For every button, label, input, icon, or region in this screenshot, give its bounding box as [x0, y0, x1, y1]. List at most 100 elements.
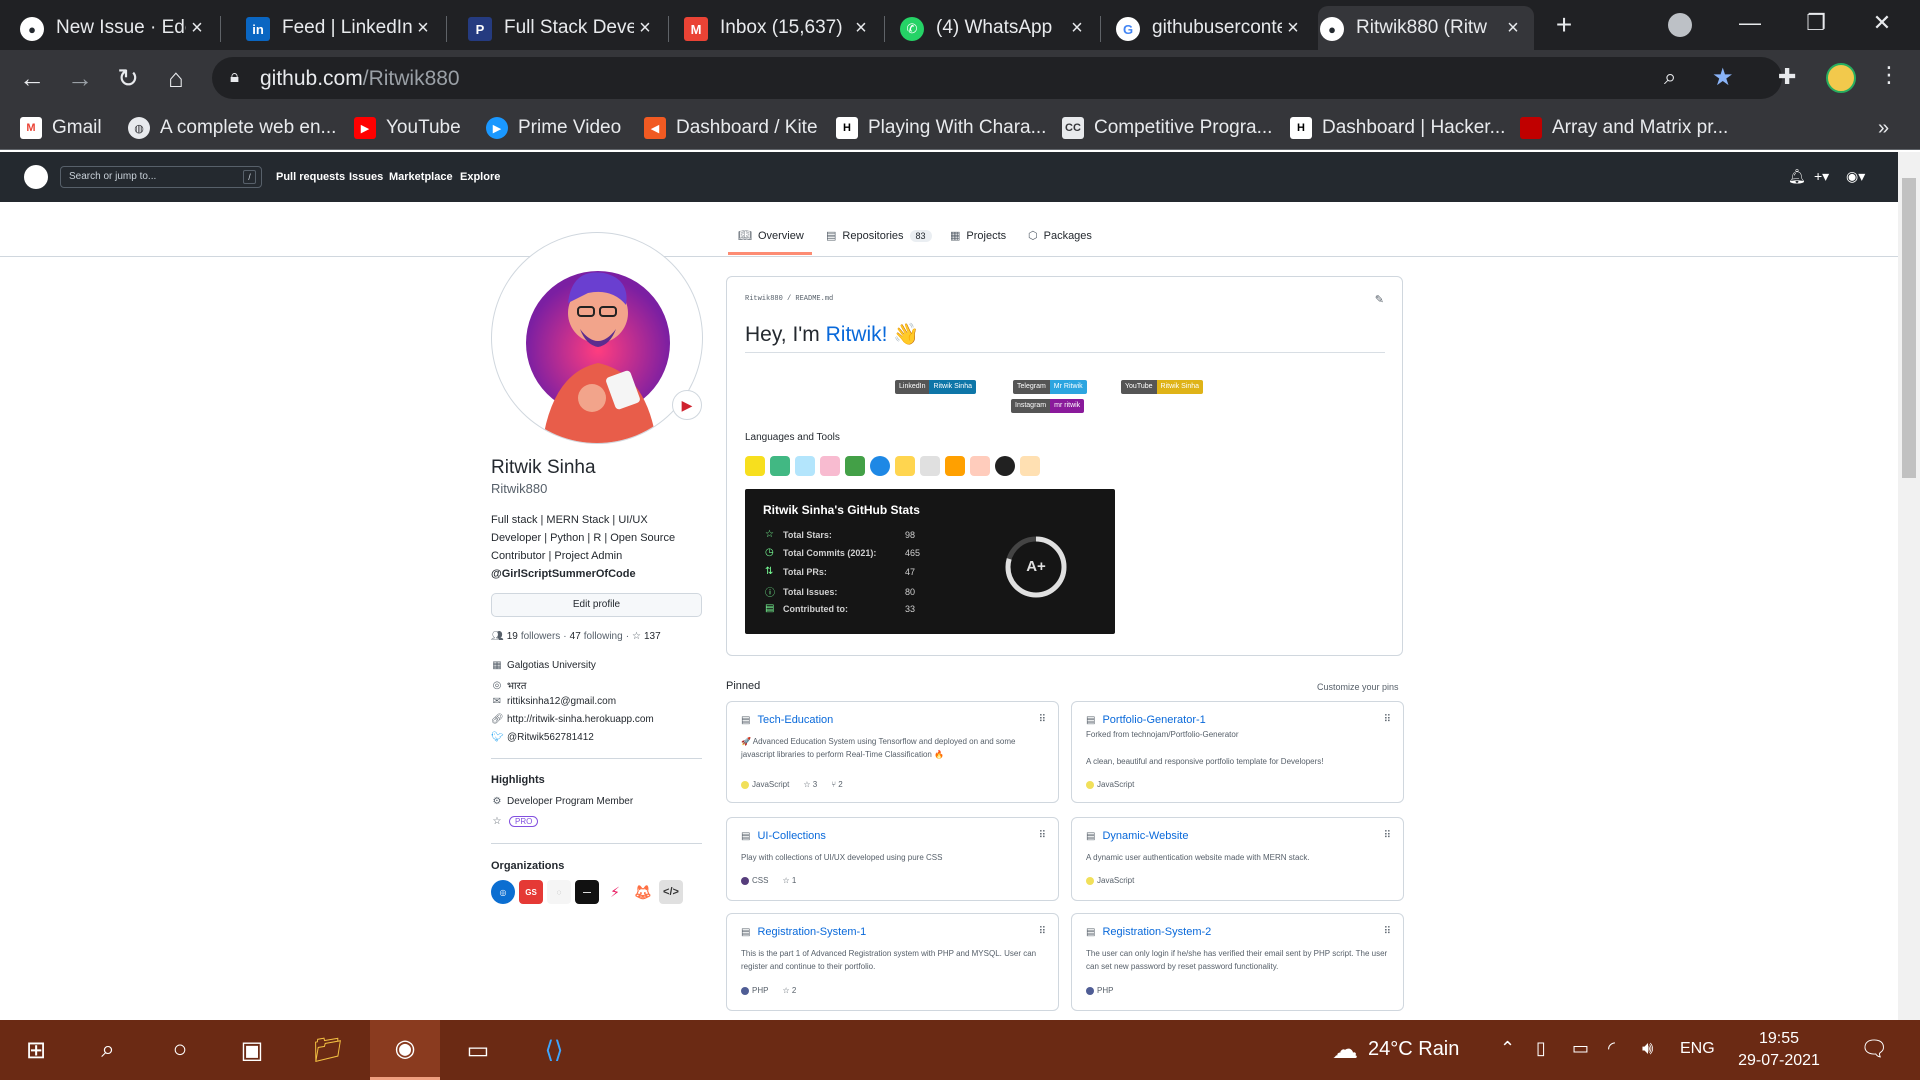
nodejs-icon[interactable] — [845, 456, 865, 476]
volume-icon[interactable]: 🔊︎ — [1642, 1038, 1653, 1059]
bookmark-item[interactable]: Array and Matrix pr... — [1520, 114, 1728, 142]
html5-icon[interactable] — [1020, 456, 1040, 476]
windows-start-icon[interactable]: ⊞ — [6, 1020, 66, 1080]
bookmark-item[interactable]: CC Competitive Progra... — [1062, 114, 1272, 142]
new-tab-button[interactable]: + — [1548, 10, 1580, 42]
vcard-text[interactable]: @Ritwik562781412 — [507, 732, 594, 743]
org-avatar[interactable]: 🦊︎ — [631, 880, 655, 904]
close-icon[interactable]: × — [850, 17, 872, 40]
repo-name-link[interactable]: ▤ Registration-System-2 — [1086, 926, 1211, 938]
customize-pins-link[interactable]: Customize your pins — [1317, 682, 1399, 692]
graphql-icon[interactable] — [820, 456, 840, 476]
close-icon[interactable]: × — [1282, 17, 1304, 40]
home-icon[interactable]: ⌂ — [160, 62, 192, 94]
close-icon[interactable]: × — [1502, 17, 1524, 40]
repo-name[interactable]: Dynamic-Website — [1102, 830, 1188, 842]
window-close-icon[interactable]: ✕ — [1862, 8, 1902, 38]
forks-link[interactable]: ⑂ 2 — [831, 780, 842, 789]
org-avatar[interactable]: — — [575, 880, 599, 904]
nav-issues[interactable]: Issues — [349, 171, 383, 183]
close-icon[interactable]: × — [634, 17, 656, 40]
browser-tab[interactable]: ● New Issue · Edc × — [18, 6, 218, 50]
cortana-icon[interactable]: ○ — [150, 1020, 210, 1080]
highlight-developer-program[interactable]: ⚙ Developer Program Member — [491, 796, 634, 807]
readme-path[interactable]: Ritwik880 / README.md — [745, 295, 833, 303]
back-icon[interactable]: ← — [16, 62, 48, 94]
firebase-icon[interactable] — [945, 456, 965, 476]
repo-name-link[interactable]: ▤ Registration-System-1 — [741, 926, 866, 938]
scrollbar-thumb[interactable] — [1902, 178, 1916, 478]
repo-name[interactable]: Registration-System-1 — [757, 926, 866, 938]
pencil-edit-icon[interactable]: ✎ — [1375, 293, 1384, 306]
bookmark-item[interactable]: H Dashboard | Hacker... — [1290, 114, 1505, 142]
following-label[interactable]: following — [584, 631, 623, 642]
search-input[interactable]: Search or jump to... / — [60, 166, 262, 188]
meet-now-icon[interactable]: ▯ — [1536, 1038, 1546, 1059]
browser-tab[interactable]: ✆ (4) WhatsApp × — [898, 6, 1098, 50]
badge-telegram[interactable]: Telegram Mr Ritwik — [1013, 380, 1087, 394]
close-icon[interactable]: × — [186, 17, 208, 40]
repo-name-link[interactable]: ▤ Tech-Education — [741, 714, 833, 726]
python-icon[interactable] — [895, 456, 915, 476]
org-avatar[interactable]: GS — [519, 880, 543, 904]
more-bookmarks-icon[interactable]: » — [1878, 114, 1889, 142]
task-view-icon[interactable]: ▣ — [222, 1020, 282, 1080]
github-tool-icon[interactable] — [995, 456, 1015, 476]
drag-handle-icon[interactable]: ⠿ — [1384, 926, 1391, 937]
create-new-icon[interactable]: +▾ — [1814, 168, 1829, 185]
repo-name-link[interactable]: ▤ UI-Collections — [741, 830, 826, 842]
user-menu-avatar[interactable]: ◉▾ — [1846, 168, 1865, 185]
nav-marketplace[interactable]: Marketplace — [389, 171, 453, 183]
vue-icon[interactable] — [770, 456, 790, 476]
browser-tab[interactable]: in Feed | LinkedIn × — [244, 6, 444, 50]
close-icon[interactable]: × — [412, 17, 434, 40]
language-indicator[interactable]: ENG — [1680, 1040, 1715, 1058]
chrome-taskbar-icon[interactable]: ◉ — [370, 1020, 440, 1080]
vcard-text[interactable]: http://ritwik-sinha.herokuapp.com — [507, 714, 654, 725]
nav-pull-requests[interactable]: Pull requests — [276, 171, 345, 183]
browser-tab[interactable]: G githubuserconte × — [1114, 6, 1314, 50]
bookmark-item[interactable]: ◍ A complete web en... — [128, 114, 336, 142]
edit-profile-button[interactable]: Edit profile — [491, 593, 702, 617]
org-avatar[interactable]: ◌ — [547, 880, 571, 904]
stars-link[interactable]: ☆ 2 — [782, 986, 796, 995]
drag-handle-icon[interactable]: ⠿ — [1384, 714, 1391, 725]
repo-name-link[interactable]: ▤ Portfolio-Generator-1 — [1086, 714, 1206, 726]
extensions-icon[interactable]: ✚ — [1778, 64, 1796, 90]
react-icon[interactable] — [795, 456, 815, 476]
vscode-icon[interactable]: ⟨⟩ — [524, 1020, 584, 1080]
repo-name[interactable]: Portfolio-Generator-1 — [1102, 714, 1205, 726]
tab-overview[interactable]: 📖︎ Overview — [738, 229, 804, 243]
org-avatar[interactable]: ◎ — [491, 880, 515, 904]
bookmark-item[interactable]: ▶ Prime Video — [486, 114, 621, 142]
bio-mention-link[interactable]: @GirlScriptSummerOfCode — [491, 565, 703, 583]
search-icon[interactable]: ⌕ — [78, 1020, 138, 1080]
stars-count[interactable]: 137 — [644, 631, 661, 642]
terminal-icon[interactable]: ▭ — [448, 1020, 508, 1080]
browser-tab-active[interactable]: ● Ritwik880 (Ritw × — [1318, 6, 1534, 50]
browser-tab[interactable]: P Full Stack Deve × — [466, 6, 666, 50]
github-logo-icon[interactable] — [24, 165, 48, 189]
org-avatar[interactable]: ⚡ — [603, 880, 627, 904]
vcard-email[interactable]: ✉ rittiksinha12@gmail.com — [491, 696, 616, 707]
bookmark-item[interactable]: ▶ YouTube — [354, 114, 461, 142]
vcard-twitter[interactable]: 🐦︎ @Ritwik562781412 — [491, 732, 594, 743]
restore-icon[interactable]: ❐ — [1796, 8, 1836, 38]
tab-search-icon[interactable] — [1668, 13, 1692, 37]
highlight-label[interactable]: Developer Program Member — [507, 796, 633, 807]
javascript-icon[interactable] — [745, 456, 765, 476]
browser-tab[interactable]: M Inbox (15,637) × — [682, 6, 882, 50]
badge-linkedin[interactable]: LinkedIn Ritwik Sinha — [895, 380, 976, 394]
drag-handle-icon[interactable]: ⠿ — [1384, 830, 1391, 841]
repo-name[interactable]: Tech-Education — [757, 714, 833, 726]
wifi-icon[interactable]: ◜ — [1608, 1038, 1615, 1059]
vcard-text[interactable]: rittiksinha12@gmail.com — [507, 696, 616, 707]
drag-handle-icon[interactable]: ⠿ — [1039, 714, 1046, 725]
org-avatar[interactable]: </> — [659, 880, 683, 904]
bookmark-item[interactable]: ◀ Dashboard / Kite — [644, 114, 818, 142]
forked-from-text[interactable]: Forked from technojam/Portfolio-Generato… — [1086, 730, 1239, 739]
express-icon[interactable] — [920, 456, 940, 476]
notifications-icon[interactable]: 🗨︎ — [1860, 1036, 1888, 1062]
badge-instagram[interactable]: Instagram mr ritwik — [1011, 399, 1085, 413]
reload-icon[interactable]: ↻ — [112, 62, 144, 94]
